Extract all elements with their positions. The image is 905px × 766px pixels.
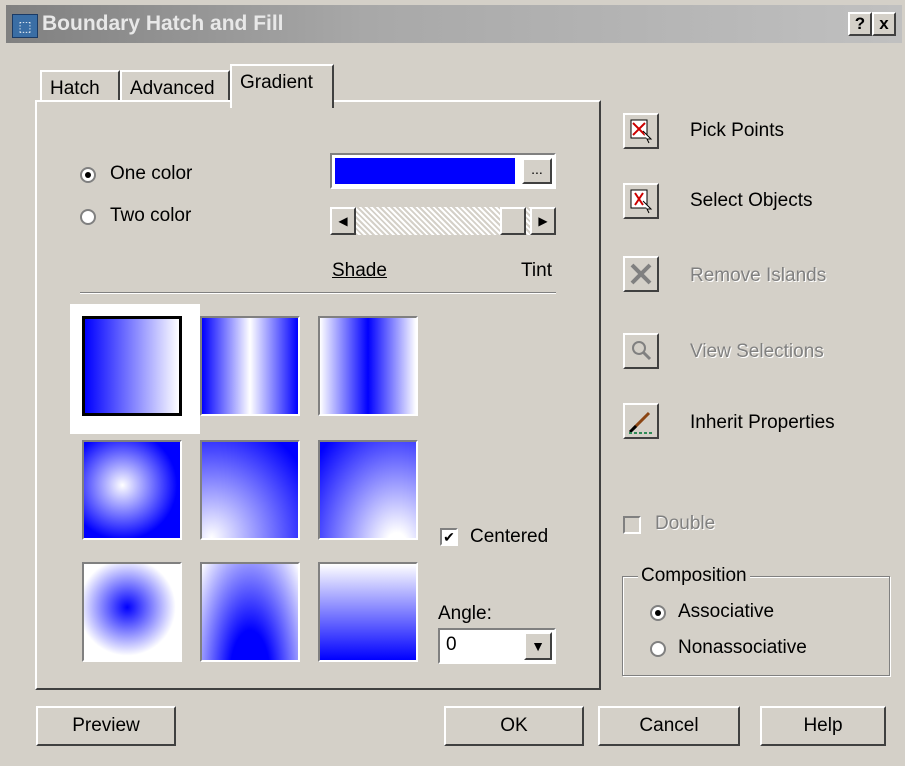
double-checkbox[interactable] bbox=[623, 516, 641, 534]
remove-islands-icon bbox=[630, 263, 652, 285]
composition-group bbox=[622, 576, 890, 676]
gradient-pattern-inv-cylinder[interactable] bbox=[318, 316, 418, 416]
composition-legend: Composition bbox=[638, 565, 750, 587]
inherit-properties-icon bbox=[628, 411, 653, 434]
ok-button[interactable]: OK bbox=[444, 706, 584, 746]
nonassociative-radio[interactable] bbox=[650, 641, 666, 657]
view-selections-button[interactable] bbox=[623, 333, 659, 369]
gradient-pattern-curved[interactable] bbox=[318, 440, 418, 540]
view-selections-icon bbox=[632, 341, 652, 361]
tint-label: Tint bbox=[521, 260, 552, 281]
one-color-radio[interactable] bbox=[80, 167, 96, 183]
help-titlebar-button[interactable]: ? bbox=[848, 12, 872, 36]
tab-gradient[interactable]: Gradient bbox=[230, 64, 334, 108]
close-titlebar-button[interactable]: x bbox=[872, 12, 896, 36]
two-color-radio[interactable] bbox=[80, 209, 96, 225]
angle-label: Angle: bbox=[438, 603, 492, 624]
associative-label[interactable]: Associative bbox=[678, 601, 774, 623]
two-color-label[interactable]: Two color bbox=[110, 205, 191, 227]
preview-button[interactable]: Preview bbox=[36, 706, 176, 746]
one-color-label[interactable]: One color bbox=[110, 163, 192, 185]
centered-checkbox[interactable]: ✔ bbox=[440, 528, 458, 546]
cancel-button[interactable]: Cancel bbox=[598, 706, 740, 746]
dialog-window: ⬚ Boundary Hatch and Fill ? x Hatch Adva… bbox=[0, 0, 905, 766]
gradient-pattern-spherical[interactable] bbox=[82, 440, 182, 540]
help-button[interactable]: Help bbox=[760, 706, 886, 746]
angle-combobox[interactable]: 0 ▼ bbox=[438, 628, 556, 664]
separator bbox=[80, 292, 556, 294]
color-swatch-field[interactable]: ... bbox=[330, 153, 556, 189]
centered-label[interactable]: Centered bbox=[470, 526, 548, 548]
angle-dropdown-button[interactable]: ▼ bbox=[524, 632, 552, 660]
color-browse-button[interactable]: ... bbox=[522, 158, 552, 184]
gradient-pattern-inv-curved[interactable] bbox=[318, 562, 418, 662]
shade-tint-slider[interactable]: ◀ ▶ bbox=[330, 207, 556, 235]
slider-left-arrow[interactable]: ◀ bbox=[330, 207, 356, 235]
associative-radio[interactable] bbox=[650, 605, 666, 621]
pick-points-icon bbox=[630, 119, 653, 144]
double-label[interactable]: Double bbox=[655, 513, 715, 535]
gradient-pattern-inv-hemispherical[interactable] bbox=[200, 562, 300, 662]
remove-islands-label[interactable]: Remove Islands bbox=[690, 265, 826, 287]
nonassociative-label[interactable]: Nonassociative bbox=[678, 637, 807, 659]
window-title: Boundary Hatch and Fill bbox=[42, 12, 284, 35]
gradient-pattern-cylinder[interactable] bbox=[200, 316, 300, 416]
color-swatch bbox=[335, 158, 515, 184]
inherit-properties-label[interactable]: Inherit Properties bbox=[690, 412, 835, 434]
title-bar: ⬚ Boundary Hatch and Fill ? x bbox=[6, 5, 902, 43]
remove-islands-button[interactable] bbox=[623, 256, 659, 292]
slider-right-arrow[interactable]: ▶ bbox=[530, 207, 556, 235]
view-selections-label[interactable]: View Selections bbox=[690, 341, 824, 363]
gradient-pattern-inv-spherical[interactable] bbox=[82, 562, 182, 662]
angle-value: 0 bbox=[446, 634, 457, 655]
gradient-pattern-hemispherical[interactable] bbox=[200, 440, 300, 540]
gradient-pattern-linear[interactable] bbox=[82, 316, 182, 416]
select-objects-button[interactable] bbox=[623, 183, 659, 219]
select-objects-icon bbox=[630, 189, 653, 214]
select-objects-label[interactable]: Select Objects bbox=[690, 190, 813, 212]
shade-label: Shade bbox=[332, 260, 387, 281]
slider-thumb[interactable] bbox=[500, 207, 526, 235]
pick-points-button[interactable] bbox=[623, 113, 659, 149]
inherit-properties-button[interactable] bbox=[623, 403, 659, 439]
pick-points-label[interactable]: Pick Points bbox=[690, 120, 784, 142]
app-icon: ⬚ bbox=[12, 14, 38, 38]
